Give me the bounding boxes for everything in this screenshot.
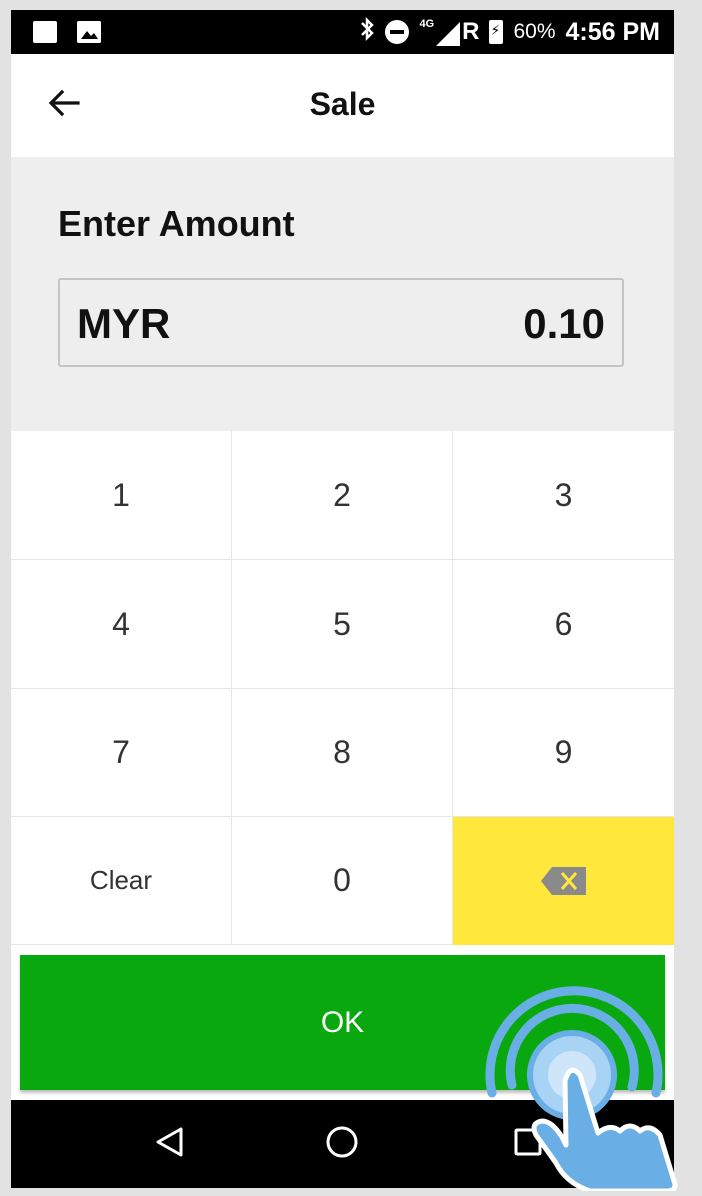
image-notification-icon [77,21,101,43]
key-1[interactable]: 1 [11,431,232,560]
numeric-keypad: 1 2 3 4 5 6 7 8 9 Clear 0 [11,431,674,945]
status-icons: 4G R 60% 4:56 PM [359,10,660,54]
battery-percent: 60% [513,20,556,43]
phone-screen: 4G R 60% 4:56 PM Sale Enter Amount MYR 0… [11,10,674,1188]
status-bar: 4G R 60% 4:56 PM [11,10,674,54]
page-title: Sale [309,86,376,122]
key-0[interactable]: 0 [232,817,453,945]
key-7[interactable]: 7 [11,689,232,817]
key-6[interactable]: 6 [453,560,674,689]
amount-panel: Enter Amount MYR 0.10 [11,157,674,431]
home-circle-icon [325,1125,359,1164]
nav-back-button[interactable] [145,1119,195,1169]
network-type: 4G [419,18,435,30]
amount-value: 0.10 [523,300,605,347]
amount-display: MYR 0.10 [58,278,624,367]
enter-amount-label: Enter Amount [58,203,295,244]
roaming-indicator: R [462,18,480,45]
key-4[interactable]: 4 [11,560,232,689]
app-bar: Sale [11,54,674,157]
clock: 4:56 PM [565,17,660,46]
signal-icon [436,22,461,46]
key-9[interactable]: 9 [453,689,674,817]
key-8[interactable]: 8 [232,689,453,817]
backspace-icon [540,865,588,897]
key-2[interactable]: 2 [232,431,453,560]
bluetooth-icon [359,16,375,49]
key-5[interactable]: 5 [232,560,453,689]
recents-square-icon [513,1127,543,1162]
signal-group: 4G R [419,18,479,46]
nav-home-button[interactable] [317,1119,367,1169]
backspace-key[interactable] [453,817,674,945]
ok-button[interactable]: OK [20,955,665,1090]
key-3[interactable]: 3 [453,431,674,560]
do-not-disturb-icon [385,20,410,44]
notification-square-icon [33,21,57,43]
system-nav-bar [11,1100,674,1188]
clear-key[interactable]: Clear [11,817,232,945]
ok-button-area: OK [11,945,674,1100]
nav-recents-button[interactable] [503,1119,553,1169]
currency-code: MYR [77,300,171,347]
battery-charging-icon [489,20,504,44]
back-triangle-icon [155,1126,185,1163]
